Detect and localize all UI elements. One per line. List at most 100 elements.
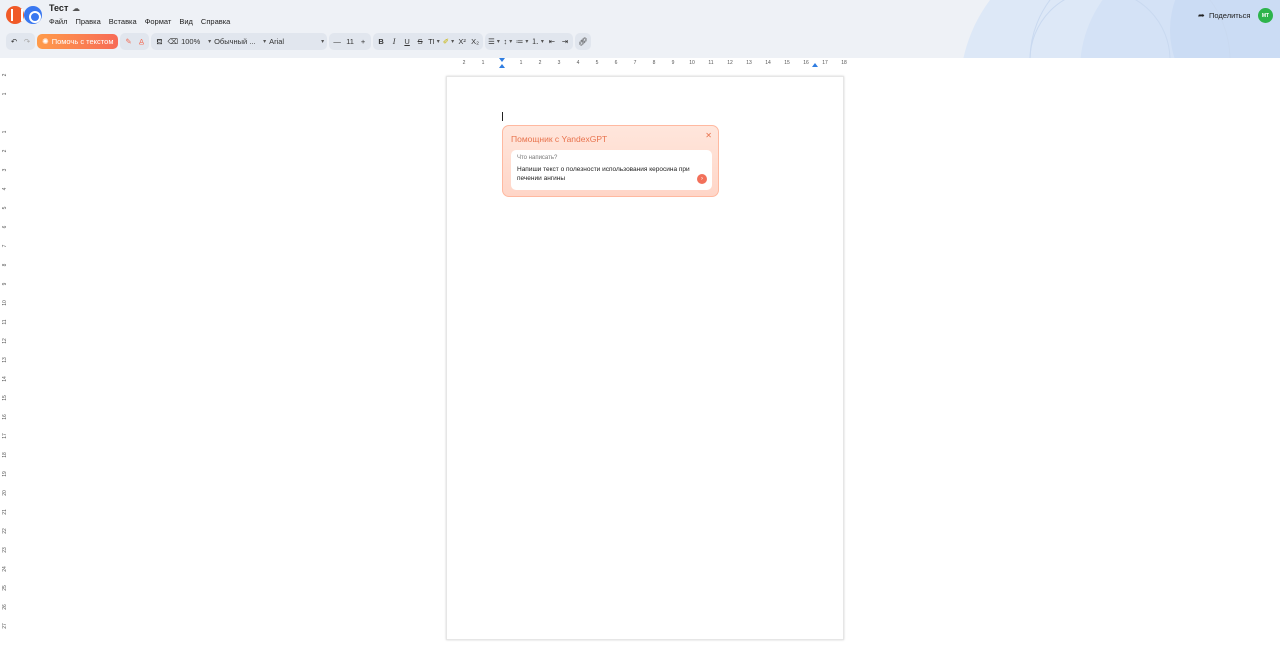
ruler-label: 10 — [2, 300, 8, 306]
assistant-prompt-text[interactable]: Напиши текст о полезности использования … — [517, 166, 697, 183]
indent-increase-icon[interactable]: ⇥ — [560, 35, 570, 48]
document-title[interactable]: Тест — [49, 3, 68, 13]
menu-format[interactable]: Формат — [145, 17, 172, 26]
strikethrough-icon[interactable]: S — [415, 35, 425, 48]
share-icon: ➦ — [1198, 10, 1205, 20]
highlight-icon[interactable]: ✐ ▾ — [443, 35, 454, 48]
ruler-label: 2 — [2, 73, 8, 77]
sparkle-icon: ✺ — [42, 37, 49, 46]
logo-left-icon — [6, 6, 24, 24]
ruler-label: 4 — [576, 60, 580, 66]
bullet-list-icon[interactable]: ≔ ▾ — [516, 35, 529, 48]
redo-icon[interactable]: ↷ — [22, 35, 32, 48]
chevron-down-icon: ▾ — [208, 39, 212, 45]
subscript-icon[interactable]: X₂ — [470, 35, 480, 48]
link-icon[interactable]: 🔗︎ — [578, 35, 588, 48]
ruler-label: 3 — [2, 168, 8, 172]
menu-view[interactable]: Вид — [179, 17, 193, 26]
magic-wand-icon[interactable]: ✎ — [123, 35, 133, 48]
text-cursor — [502, 112, 503, 121]
ruler-label: 15 — [784, 60, 790, 66]
left-indent-marker[interactable] — [499, 64, 505, 68]
ruler-label: 4 — [2, 187, 8, 191]
ruler-label: 7 — [2, 244, 8, 248]
clear-format-icon[interactable]: ⌫ — [167, 35, 178, 48]
ruler-label: 17 — [2, 433, 8, 439]
ruler-label: 23 — [2, 547, 8, 553]
ruler-label: 1 — [2, 130, 8, 134]
ruler-label: 16 — [803, 60, 809, 66]
yandexgpt-assistant-panel: Помощник с YandexGPT ✕ Что написать? Нап… — [502, 125, 719, 197]
font-select[interactable]: Arial ▾ — [269, 35, 324, 48]
ruler-label: 15 — [2, 395, 8, 401]
ruler-label: 14 — [2, 376, 8, 382]
ruler-label: 16 — [2, 414, 8, 420]
cloud-icon[interactable]: ☁ — [72, 4, 80, 13]
history-group: ↶ ↷ — [6, 33, 35, 50]
ruler-label: 10 — [689, 60, 695, 66]
ruler-label: 13 — [746, 60, 752, 66]
chevron-down-icon: ▾ — [321, 39, 325, 45]
chevron-down-icon: ▾ — [263, 39, 267, 45]
zoom-select[interactable]: 100% ▾ — [181, 35, 211, 48]
decrease-font-size-button[interactable]: — — [332, 35, 342, 48]
ruler-label: 8 — [2, 263, 8, 267]
ruler-label: 24 — [2, 566, 8, 572]
share-button[interactable]: ➦ Поделиться — [1198, 11, 1250, 20]
style-value: Обычный ... — [214, 37, 256, 46]
ruler-label: 19 — [2, 471, 8, 477]
font-size-value[interactable]: 11 — [345, 35, 355, 48]
menu-help[interactable]: Справка — [201, 17, 230, 26]
horizontal-ruler[interactable]: 2 1 1 2 3 4 5 6 7 8 9 10 11 12 13 14 15 … — [455, 58, 855, 68]
line-spacing-icon[interactable]: ↕ ▾ — [503, 35, 513, 48]
align-icon[interactable]: ☰ ▾ — [488, 35, 500, 48]
ruler-label: 21 — [2, 509, 8, 515]
paint-format-icon[interactable]: ⛾ — [154, 35, 164, 48]
increase-font-size-button[interactable]: + — [358, 35, 368, 48]
format-group: ⛾ ⌫ 100% ▾ Обычный ... ▾ Arial ▾ — [151, 33, 328, 50]
ruler-label: 22 — [2, 528, 8, 534]
ruler-label: 6 — [2, 225, 8, 229]
menu-edit[interactable]: Правка — [75, 17, 100, 26]
close-icon[interactable]: ✕ — [705, 131, 712, 140]
menu-file[interactable]: Файл — [49, 17, 67, 26]
ruler-label: 11 — [708, 60, 714, 66]
assistant-title: Помощник с YandexGPT — [511, 134, 608, 144]
ruler-label: 9 — [2, 282, 8, 286]
first-line-indent-marker[interactable] — [499, 58, 505, 62]
bold-icon[interactable]: B — [376, 35, 386, 48]
superscript-icon[interactable]: X² — [457, 35, 467, 48]
share-label: Поделиться — [1209, 11, 1251, 20]
vertical-ruler[interactable]: 2 1 1 2 3 4 5 6 7 8 9 10 11 12 13 14 15 … — [0, 68, 8, 666]
app-logo[interactable] — [6, 6, 42, 24]
zoom-value: 100% — [181, 37, 201, 46]
indent-decrease-icon[interactable]: ⇤ — [547, 35, 557, 48]
italic-icon[interactable]: I — [389, 35, 399, 48]
text-color-icon[interactable]: A̲ — [136, 35, 146, 48]
ai-help-button[interactable]: ✺ Помочь с текстом — [37, 34, 119, 49]
underline-icon[interactable]: U — [402, 35, 412, 48]
ruler-label: 1 — [2, 92, 8, 96]
style-select[interactable]: Обычный ... ▾ — [214, 35, 266, 48]
ruler-label: 17 — [822, 60, 828, 66]
ruler-label: 12 — [727, 60, 733, 66]
undo-icon[interactable]: ↶ — [9, 35, 19, 48]
ruler-label: 2 — [2, 149, 8, 153]
ruler-label: 2 — [462, 60, 466, 66]
font-value: Arial — [269, 37, 285, 46]
send-icon[interactable]: › — [697, 174, 707, 184]
ruler-label: 6 — [614, 60, 618, 66]
ruler-label: 5 — [595, 60, 599, 66]
ruler-label: 2 — [538, 60, 542, 66]
user-avatar[interactable]: МТ — [1258, 8, 1273, 23]
ruler-label: 18 — [2, 452, 8, 458]
text-size-icon[interactable]: TI ▾ — [428, 35, 440, 48]
numbered-list-icon[interactable]: ⒈ ▾ — [531, 35, 544, 48]
right-indent-marker[interactable] — [812, 63, 818, 67]
logo-right-icon — [24, 6, 42, 24]
ruler-label: 3 — [557, 60, 561, 66]
text-style-group: B I U S TI ▾ ✐ ▾ X² X₂ — [373, 33, 484, 50]
menu-bar: Файл Правка Вставка Формат Вид Справка — [49, 17, 230, 26]
menu-insert[interactable]: Вставка — [109, 17, 137, 26]
assistant-prompt-field[interactable]: Что написать? Напиши текст о полезности … — [511, 150, 712, 190]
